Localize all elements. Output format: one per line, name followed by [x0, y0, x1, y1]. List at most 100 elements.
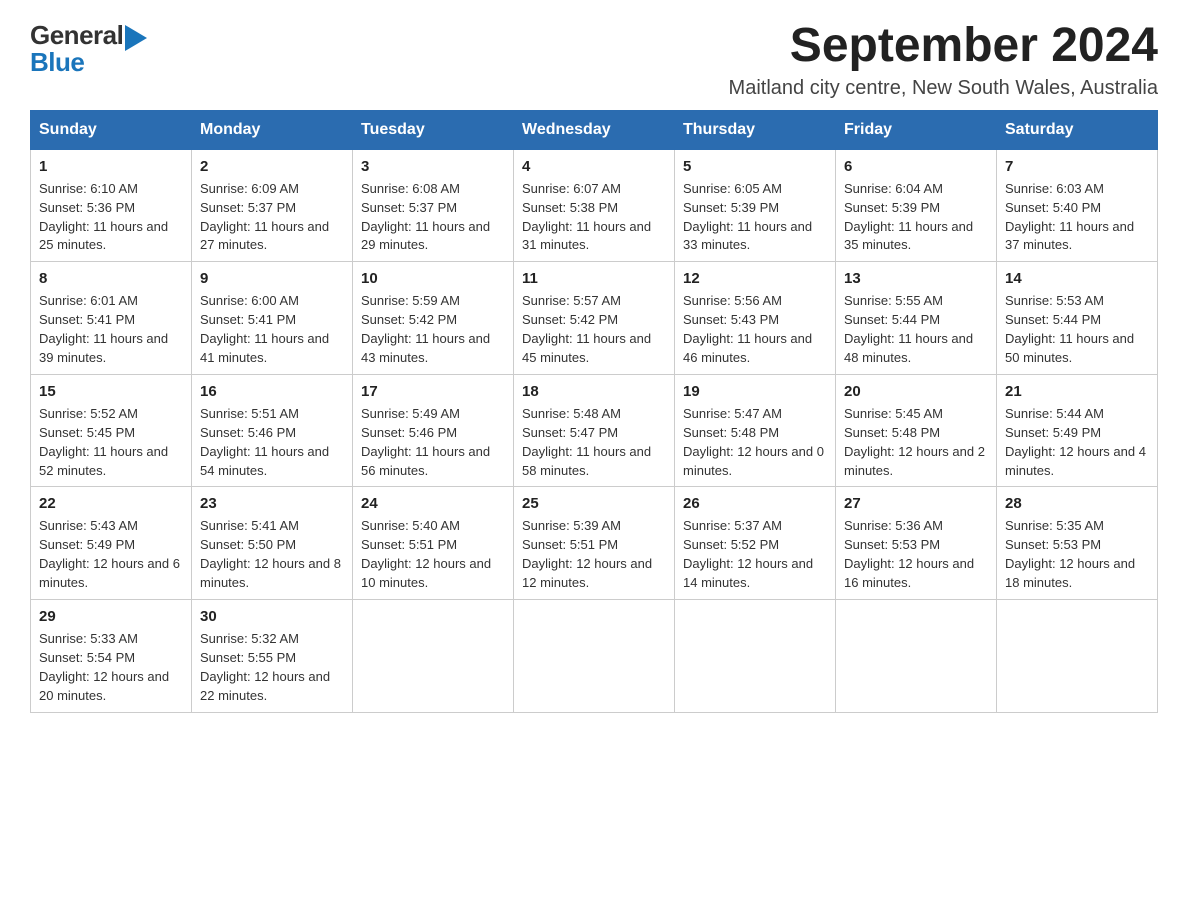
day-number: 22: [39, 493, 183, 514]
weekday-header-sunday: Sunday: [31, 110, 192, 149]
calendar-cell: 23 Sunrise: 5:41 AMSunset: 5:50 PMDayligh…: [192, 487, 353, 600]
calendar-cell: 21 Sunrise: 5:44 AMSunset: 5:49 PMDayligh…: [997, 374, 1158, 487]
week-row-1: 1 Sunrise: 6:10 AMSunset: 5:36 PMDaylight…: [31, 149, 1158, 262]
day-number: 24: [361, 493, 505, 514]
day-info: Sunrise: 6:01 AMSunset: 5:41 PMDaylight:…: [39, 293, 168, 365]
day-info: Sunrise: 6:09 AMSunset: 5:37 PMDaylight:…: [200, 181, 329, 253]
day-info: Sunrise: 5:35 AMSunset: 5:53 PMDaylight:…: [1005, 518, 1135, 590]
weekday-header-row: SundayMondayTuesdayWednesdayThursdayFrid…: [31, 110, 1158, 149]
day-info: Sunrise: 5:53 AMSunset: 5:44 PMDaylight:…: [1005, 293, 1134, 365]
day-number: 25: [522, 493, 666, 514]
day-number: 20: [844, 381, 988, 402]
day-number: 7: [1005, 156, 1149, 177]
day-number: 8: [39, 268, 183, 289]
day-info: Sunrise: 5:49 AMSunset: 5:46 PMDaylight:…: [361, 406, 490, 478]
day-number: 10: [361, 268, 505, 289]
calendar-cell: 15 Sunrise: 5:52 AMSunset: 5:45 PMDayligh…: [31, 374, 192, 487]
week-row-4: 22 Sunrise: 5:43 AMSunset: 5:49 PMDayligh…: [31, 487, 1158, 600]
day-info: Sunrise: 5:57 AMSunset: 5:42 PMDaylight:…: [522, 293, 651, 365]
day-number: 13: [844, 268, 988, 289]
title-block: September 2024 Maitland city centre, New…: [729, 20, 1158, 100]
calendar-cell: 16 Sunrise: 5:51 AMSunset: 5:46 PMDayligh…: [192, 374, 353, 487]
calendar-cell: 29 Sunrise: 5:33 AMSunset: 5:54 PMDayligh…: [31, 600, 192, 713]
day-number: 5: [683, 156, 827, 177]
weekday-header-monday: Monday: [192, 110, 353, 149]
day-info: Sunrise: 5:43 AMSunset: 5:49 PMDaylight:…: [39, 518, 180, 590]
calendar-cell: 19Sunrise: 5:47 AMSunset: 5:48 PMDayligh…: [675, 374, 836, 487]
day-number: 30: [200, 606, 344, 627]
day-number: 9: [200, 268, 344, 289]
day-number: 23: [200, 493, 344, 514]
day-info: Sunrise: 6:05 AMSunset: 5:39 PMDaylight:…: [683, 181, 812, 253]
day-number: 15: [39, 381, 183, 402]
month-title: September 2024: [729, 20, 1158, 73]
weekday-header-saturday: Saturday: [997, 110, 1158, 149]
calendar-cell: 24Sunrise: 5:40 AMSunset: 5:51 PMDayligh…: [353, 487, 514, 600]
day-number: 3: [361, 156, 505, 177]
calendar-cell: 28 Sunrise: 5:35 AMSunset: 5:53 PMDayligh…: [997, 487, 1158, 600]
calendar-cell: 12 Sunrise: 5:56 AMSunset: 5:43 PMDayligh…: [675, 262, 836, 375]
calendar-cell: 26Sunrise: 5:37 AMSunset: 5:52 PMDayligh…: [675, 487, 836, 600]
day-info: Sunrise: 6:08 AMSunset: 5:37 PMDaylight:…: [361, 181, 490, 253]
day-info: Sunrise: 5:41 AMSunset: 5:50 PMDaylight:…: [200, 518, 341, 590]
day-info: Sunrise: 5:36 AMSunset: 5:53 PMDaylight:…: [844, 518, 974, 590]
day-number: 11: [522, 268, 666, 289]
weekday-header-tuesday: Tuesday: [353, 110, 514, 149]
calendar-cell: 14 Sunrise: 5:53 AMSunset: 5:44 PMDayligh…: [997, 262, 1158, 375]
calendar-cell: 18 Sunrise: 5:48 AMSunset: 5:47 PMDayligh…: [514, 374, 675, 487]
day-info: Sunrise: 5:52 AMSunset: 5:45 PMDaylight:…: [39, 406, 168, 478]
calendar-cell: 6Sunrise: 6:04 AMSunset: 5:39 PMDaylight…: [836, 149, 997, 262]
location-subtitle: Maitland city centre, New South Wales, A…: [729, 77, 1158, 100]
weekday-header-friday: Friday: [836, 110, 997, 149]
logo-blue-text: Blue: [30, 47, 84, 78]
logo: General Blue: [30, 20, 147, 78]
day-number: 28: [1005, 493, 1149, 514]
logo-triangle-icon: [125, 25, 147, 51]
day-info: Sunrise: 5:32 AMSunset: 5:55 PMDaylight:…: [200, 631, 330, 703]
day-info: Sunrise: 5:39 AMSunset: 5:51 PMDaylight:…: [522, 518, 652, 590]
calendar-cell: 3 Sunrise: 6:08 AMSunset: 5:37 PMDaylight…: [353, 149, 514, 262]
calendar-cell: 25 Sunrise: 5:39 AMSunset: 5:51 PMDayligh…: [514, 487, 675, 600]
day-number: 1: [39, 156, 183, 177]
calendar-cell: [997, 600, 1158, 713]
calendar-cell: 4 Sunrise: 6:07 AMSunset: 5:38 PMDaylight…: [514, 149, 675, 262]
calendar-cell: [836, 600, 997, 713]
day-info: Sunrise: 5:59 AMSunset: 5:42 PMDaylight:…: [361, 293, 490, 365]
day-info: Sunrise: 5:37 AMSunset: 5:52 PMDaylight:…: [683, 518, 813, 590]
day-info: Sunrise: 6:07 AMSunset: 5:38 PMDaylight:…: [522, 181, 651, 253]
day-info: Sunrise: 6:04 AMSunset: 5:39 PMDaylight:…: [844, 181, 973, 253]
day-number: 21: [1005, 381, 1149, 402]
day-info: Sunrise: 6:10 AMSunset: 5:36 PMDaylight:…: [39, 181, 168, 253]
day-number: 27: [844, 493, 988, 514]
calendar-cell: 30 Sunrise: 5:32 AMSunset: 5:55 PMDayligh…: [192, 600, 353, 713]
calendar-cell: 9Sunrise: 6:00 AMSunset: 5:41 PMDaylight…: [192, 262, 353, 375]
day-number: 14: [1005, 268, 1149, 289]
calendar-cell: 22 Sunrise: 5:43 AMSunset: 5:49 PMDayligh…: [31, 487, 192, 600]
day-info: Sunrise: 5:45 AMSunset: 5:48 PMDaylight:…: [844, 406, 985, 478]
calendar-cell: [514, 600, 675, 713]
calendar-cell: 13Sunrise: 5:55 AMSunset: 5:44 PMDayligh…: [836, 262, 997, 375]
calendar-cell: 5 Sunrise: 6:05 AMSunset: 5:39 PMDaylight…: [675, 149, 836, 262]
page-header: General Blue September 2024 Maitland cit…: [30, 20, 1158, 100]
day-number: 4: [522, 156, 666, 177]
calendar-cell: 1 Sunrise: 6:10 AMSunset: 5:36 PMDaylight…: [31, 149, 192, 262]
day-info: Sunrise: 5:33 AMSunset: 5:54 PMDaylight:…: [39, 631, 169, 703]
day-number: 2: [200, 156, 344, 177]
day-info: Sunrise: 5:48 AMSunset: 5:47 PMDaylight:…: [522, 406, 651, 478]
day-number: 29: [39, 606, 183, 627]
day-info: Sunrise: 5:51 AMSunset: 5:46 PMDaylight:…: [200, 406, 329, 478]
day-number: 16: [200, 381, 344, 402]
day-info: Sunrise: 5:47 AMSunset: 5:48 PMDaylight:…: [683, 406, 824, 478]
calendar-cell: 11 Sunrise: 5:57 AMSunset: 5:42 PMDayligh…: [514, 262, 675, 375]
calendar-cell: 17Sunrise: 5:49 AMSunset: 5:46 PMDayligh…: [353, 374, 514, 487]
calendar-table: SundayMondayTuesdayWednesdayThursdayFrid…: [30, 110, 1158, 713]
calendar-cell: [675, 600, 836, 713]
calendar-cell: 7 Sunrise: 6:03 AMSunset: 5:40 PMDaylight…: [997, 149, 1158, 262]
week-row-3: 15 Sunrise: 5:52 AMSunset: 5:45 PMDayligh…: [31, 374, 1158, 487]
day-number: 12: [683, 268, 827, 289]
day-number: 18: [522, 381, 666, 402]
day-info: Sunrise: 5:44 AMSunset: 5:49 PMDaylight:…: [1005, 406, 1146, 478]
day-info: Sunrise: 6:03 AMSunset: 5:40 PMDaylight:…: [1005, 181, 1134, 253]
day-info: Sunrise: 5:56 AMSunset: 5:43 PMDaylight:…: [683, 293, 812, 365]
week-row-2: 8 Sunrise: 6:01 AMSunset: 5:41 PMDaylight…: [31, 262, 1158, 375]
